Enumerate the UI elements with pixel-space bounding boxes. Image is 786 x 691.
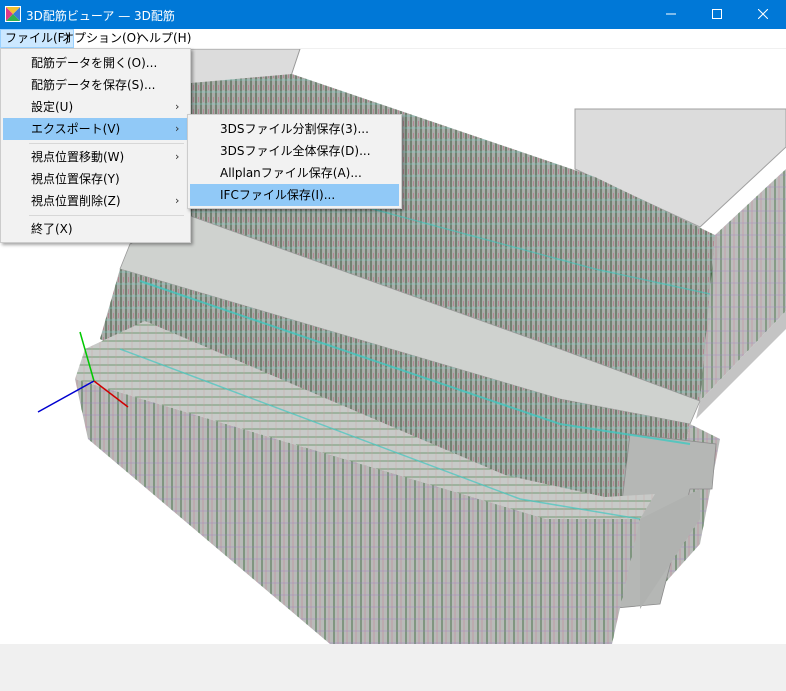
menu-item-label: 3DSファイル分割保存(3)... (220, 122, 369, 136)
menu-item-label: 終了(X) (31, 222, 73, 236)
menu-item-label: 視点位置削除(Z) (31, 194, 121, 208)
menu-item-label: 3DSファイル全体保存(D)... (220, 144, 371, 158)
menu-item-open[interactable]: 配筋データを開く(O)... (3, 52, 188, 74)
menu-item-label: 視点位置移動(W) (31, 150, 125, 164)
menu-item-settings[interactable]: 設定(U) › (3, 96, 188, 118)
menu-bar: ファイル(F) オプション(O) ヘルプ(H) (0, 29, 786, 49)
menu-item-label: 配筋データを開く(O)... (31, 56, 158, 70)
status-bar (0, 644, 786, 691)
app-icon (5, 6, 21, 22)
menu-item-export[interactable]: エクスポート(V) › (3, 118, 188, 140)
chevron-right-icon: › (175, 122, 180, 135)
window-title: 3D配筋ビューア — 3D配筋 (26, 9, 175, 23)
file-menu-dropdown: 配筋データを開く(O)... 配筋データを保存(S)... 設定(U) › エク… (0, 48, 191, 243)
title-bar: 3D配筋ビューア — 3D配筋 (0, 0, 786, 29)
submenu-item-allplan[interactable]: Allplanファイル保存(A)... (190, 162, 399, 184)
submenu-item-3ds-whole[interactable]: 3DSファイル全体保存(D)... (190, 140, 399, 162)
maximize-button[interactable] (694, 0, 740, 29)
export-submenu: 3DSファイル分割保存(3)... 3DSファイル全体保存(D)... Allp… (187, 114, 402, 209)
menu-item-label: 視点位置保存(Y) (31, 172, 120, 186)
menu-item-save-viewpoint[interactable]: 視点位置保存(Y) (3, 168, 188, 190)
close-icon (758, 9, 768, 19)
maximize-icon (712, 9, 722, 19)
submenu-item-ifc[interactable]: IFCファイル保存(I)... (190, 184, 399, 206)
menu-item-move-viewpoint[interactable]: 視点位置移動(W) › (3, 146, 188, 168)
menu-item-save[interactable]: 配筋データを保存(S)... (3, 74, 188, 96)
minimize-button[interactable] (648, 0, 694, 29)
menu-separator (29, 215, 184, 216)
menu-help[interactable]: ヘルプ(H) (133, 29, 195, 48)
menu-item-label: 設定(U) (31, 100, 74, 114)
menu-item-label: Allplanファイル保存(A)... (220, 166, 362, 180)
menu-item-label: IFCファイル保存(I)... (220, 188, 336, 202)
chevron-right-icon: › (175, 194, 180, 207)
menu-item-label: 配筋データを保存(S)... (31, 78, 156, 92)
submenu-item-3ds-split[interactable]: 3DSファイル分割保存(3)... (190, 118, 399, 140)
close-button[interactable] (740, 0, 786, 29)
menu-options[interactable]: オプション(O) (58, 29, 145, 48)
chevron-right-icon: › (175, 150, 180, 163)
chevron-right-icon: › (175, 100, 180, 113)
menu-item-label: エクスポート(V) (31, 122, 121, 136)
minimize-icon (666, 13, 676, 15)
menu-item-delete-viewpoint[interactable]: 視点位置削除(Z) › (3, 190, 188, 212)
menu-item-exit[interactable]: 終了(X) (3, 218, 188, 240)
menu-separator (29, 143, 184, 144)
